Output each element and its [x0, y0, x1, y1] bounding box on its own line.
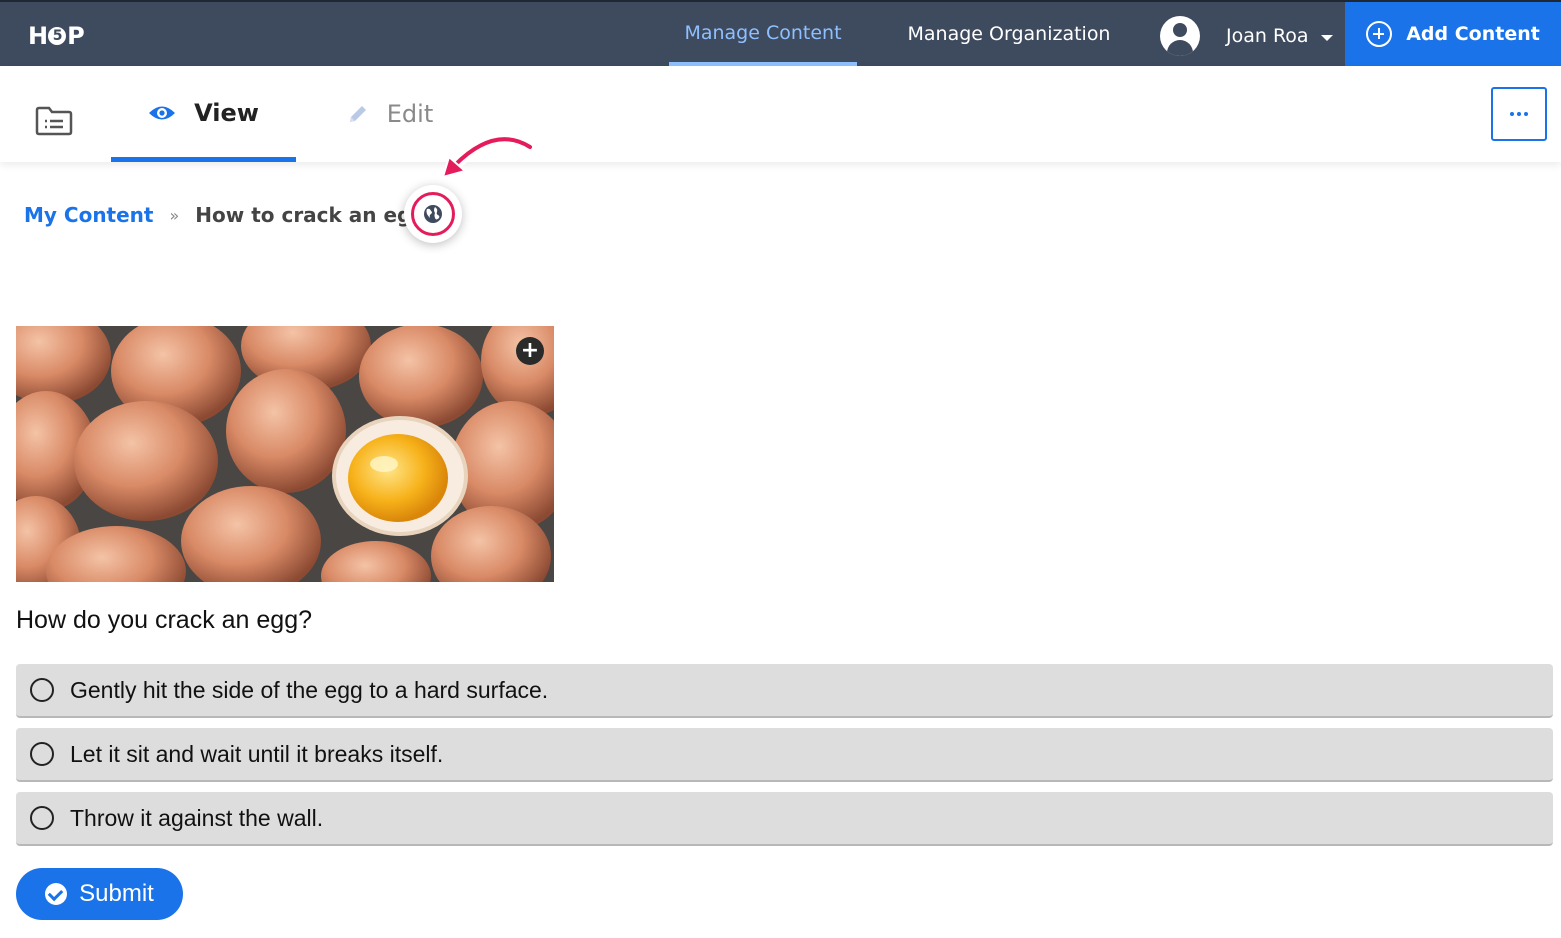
answer-option[interactable]: Let it sit and wait until it breaks itse…	[16, 728, 1553, 782]
more-options-button[interactable]	[1491, 87, 1547, 141]
answer-option[interactable]: Throw it against the wall.	[16, 792, 1553, 846]
pencil-icon	[349, 106, 366, 122]
submit-button[interactable]: Submit	[16, 868, 183, 920]
folder-list-icon[interactable]	[35, 106, 73, 136]
tab-edit-label: Edit	[386, 100, 434, 128]
answer-option-label: Let it sit and wait until it breaks itse…	[70, 740, 444, 767]
eye-icon	[149, 106, 176, 119]
answer-option-label: Gently hit the side of the egg to a hard…	[70, 676, 549, 703]
breadcrumb-separator: »	[169, 205, 180, 225]
top-navigation-bar: H5P Manage Content Manage Organization J…	[0, 0, 1561, 66]
image-expand-icon[interactable]: +	[516, 337, 544, 365]
radio-button[interactable]	[30, 742, 54, 766]
answer-option-label: Throw it against the wall.	[70, 804, 324, 831]
user-menu[interactable]: Joan Roa	[1160, 16, 1333, 56]
add-content-label: Add Content	[1406, 23, 1540, 45]
nav-manage-content[interactable]: Manage Content	[669, 2, 857, 66]
caret-down-icon	[1320, 34, 1333, 41]
globe-glyph	[424, 205, 442, 223]
more-dot	[1510, 112, 1514, 116]
breadcrumb: My Content » How to crack an egg	[24, 200, 426, 230]
more-dot	[1517, 112, 1521, 116]
submit-label: Submit	[79, 880, 154, 907]
tab-view-label: View	[194, 98, 259, 127]
globe-icon[interactable]	[411, 192, 455, 236]
radio-button[interactable]	[30, 678, 54, 702]
annotation-arrow	[441, 133, 536, 179]
question-text: How do you crack an egg?	[16, 606, 313, 634]
breadcrumb-my-content[interactable]: My Content	[24, 203, 153, 227]
answer-option[interactable]: Gently hit the side of the egg to a hard…	[16, 664, 1553, 718]
user-name: Joan Roa	[1226, 25, 1309, 47]
content-tab-bar: View Edit	[0, 66, 1561, 162]
breadcrumb-current: How to crack an egg	[195, 203, 426, 227]
tab-view[interactable]: View	[111, 66, 296, 162]
eggs-illustration	[16, 326, 554, 582]
h5p-logo[interactable]: H5P	[28, 22, 85, 50]
plus-circle-icon	[1366, 21, 1393, 47]
more-dot	[1524, 112, 1528, 116]
radio-button[interactable]	[30, 806, 54, 830]
add-content-button[interactable]: Add Content	[1345, 2, 1561, 66]
eggs-image	[16, 326, 554, 582]
check-circle-icon	[45, 883, 68, 905]
user-avatar-icon	[1160, 16, 1200, 56]
nav-manage-organization[interactable]: Manage Organization	[893, 2, 1125, 66]
